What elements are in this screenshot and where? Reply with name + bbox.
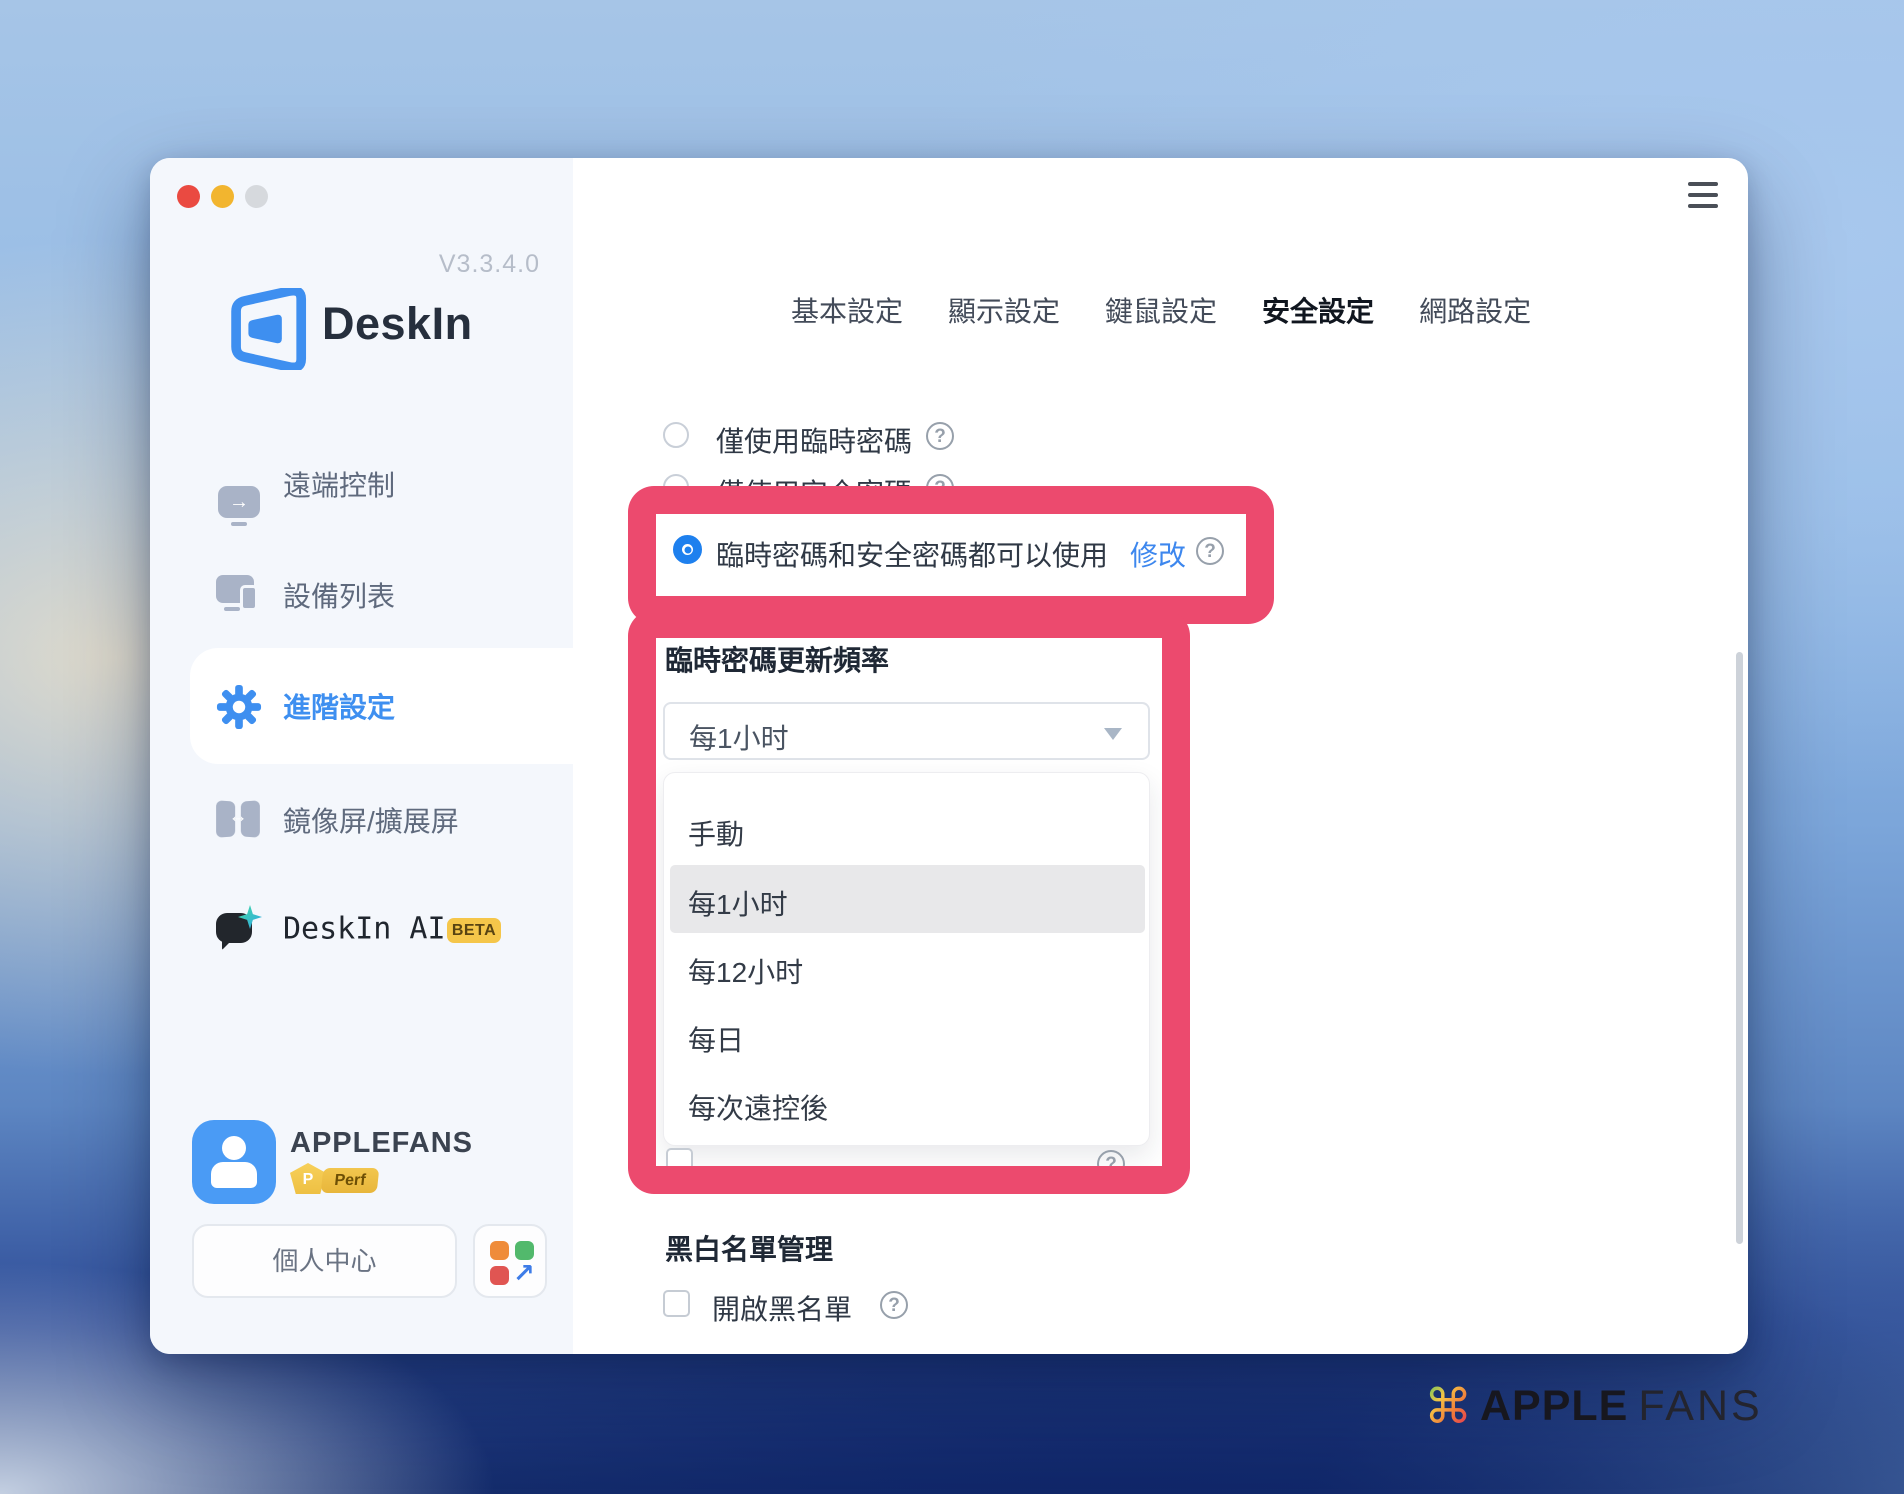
device-list-icon [216,573,264,617]
sidebar-item-label: DeskIn AI [283,912,446,947]
sidebar-item-device-list[interactable]: 設備列表 [150,565,573,625]
menu-option-after-each-session[interactable]: 每次遠控後 [688,1087,828,1127]
tab-keyboard-mouse-settings[interactable]: 鍵鼠設定 [1105,290,1217,330]
frequency-select[interactable]: 每1小时 [663,702,1150,760]
sidebar-item-mirror-extend[interactable]: ↔ 鏡像屏/擴展屏 [150,790,573,850]
radio-both-passwords-label: 臨時密碼和安全密碼都可以使用 [716,534,1108,574]
blacklist-section-heading: 黑白名單管理 [665,1228,833,1268]
sidebar: V3.3.4.0 DeskIn → 遠端控制 設備列表 [150,158,573,1354]
plan-p-badge: P [290,1163,326,1194]
radio-temp-password-only[interactable] [663,422,689,448]
menu-option-daily[interactable]: 每日 [688,1019,744,1059]
radio-secure-password-only-label: 僅使用安全密碼 [716,472,912,512]
help-icon[interactable]: ? [880,1291,908,1319]
launch-arrow-icon: ↗ [513,1258,535,1289]
sidebar-item-label: 鏡像屏/擴展屏 [283,800,459,840]
command-rainbow-icon: ⌘ [1424,1383,1472,1431]
modify-link[interactable]: 修改 [1130,534,1186,574]
sidebar-item-label: 遠端控制 [283,464,395,504]
scrollbar-thumb[interactable] [1736,652,1743,1244]
frequency-select-value: 每1小时 [689,717,789,757]
tab-network-settings[interactable]: 網路設定 [1419,290,1531,330]
tab-basic-settings[interactable]: 基本設定 [791,290,903,330]
frequency-dropdown-menu: 手動 每1小时 每12小时 每日 每次遠控後 [663,772,1150,1146]
sidebar-item-advanced-settings[interactable]: 進階設定 [150,676,573,736]
help-icon[interactable]: ? [1196,537,1224,565]
enable-blacklist-checkbox[interactable] [663,1290,690,1317]
avatar-person-icon [222,1136,246,1160]
app-launcher-button[interactable]: ↗ [473,1224,547,1298]
app-version: V3.3.4.0 [320,250,540,279]
sidebar-item-remote-control[interactable]: → 遠端控制 [150,454,573,514]
watermark-fans-text: FANS [1638,1382,1762,1431]
deskin-logo-icon [222,288,310,370]
close-window-button[interactable] [177,185,200,208]
user-name: APPLEFANS [290,1127,473,1160]
mirror-extend-icon: ↔ [216,798,264,842]
radio-temp-password-only-label: 僅使用臨時密碼 [716,420,912,460]
tab-display-settings[interactable]: 顯示設定 [948,290,1060,330]
deskin-ai-icon [216,907,264,951]
applefans-watermark: ⌘ APPLE FANS [1424,1382,1763,1431]
chevron-down-icon [1104,728,1122,740]
sidebar-item-deskin-ai[interactable]: DeskIn AI [150,899,573,959]
zoom-window-button[interactable] [245,185,268,208]
menu-icon[interactable] [1688,182,1718,208]
help-icon[interactable]: ? [926,422,954,450]
hidden-checkbox[interactable] [666,1148,693,1175]
desktop-wallpaper: V3.3.4.0 DeskIn → 遠端控制 設備列表 [0,0,1904,1494]
radio-secure-password-only[interactable] [663,474,689,500]
launcher-orange-square [490,1241,509,1260]
launcher-red-square [490,1266,509,1285]
menu-option-manual[interactable]: 手動 [688,813,744,853]
minimize-window-button[interactable] [211,185,234,208]
brand-name: DeskIn [322,298,473,350]
svg-text:⌘: ⌘ [1424,1383,1472,1431]
deskin-settings-window: V3.3.4.0 DeskIn → 遠端控制 設備列表 [150,158,1748,1354]
help-icon[interactable]: ? [926,474,954,502]
help-icon[interactable]: ? [1097,1150,1125,1178]
sidebar-item-label: 進階設定 [283,686,395,726]
radio-both-passwords[interactable] [673,535,702,564]
menu-option-every-1-hour[interactable]: 每1小时 [688,883,788,923]
watermark-apple-text: APPLE [1480,1382,1628,1431]
sidebar-item-label: 設備列表 [283,575,395,615]
personal-center-button[interactable]: 個人中心 [192,1224,457,1298]
user-avatar[interactable] [192,1120,276,1204]
tab-security-settings[interactable]: 安全設定 [1262,290,1374,330]
plan-perf-badge: Perf [321,1168,380,1193]
menu-option-every-12-hours[interactable]: 每12小时 [688,951,803,991]
settings-tabs: 基本設定 顯示設定 鍵鼠設定 安全設定 網路設定 [791,290,1531,330]
enable-blacklist-label: 開啟黑名單 [712,1288,852,1328]
beta-badge: BETA [447,918,501,943]
gear-icon [216,684,264,728]
temp-password-frequency-label: 臨時密碼更新頻率 [665,639,889,679]
